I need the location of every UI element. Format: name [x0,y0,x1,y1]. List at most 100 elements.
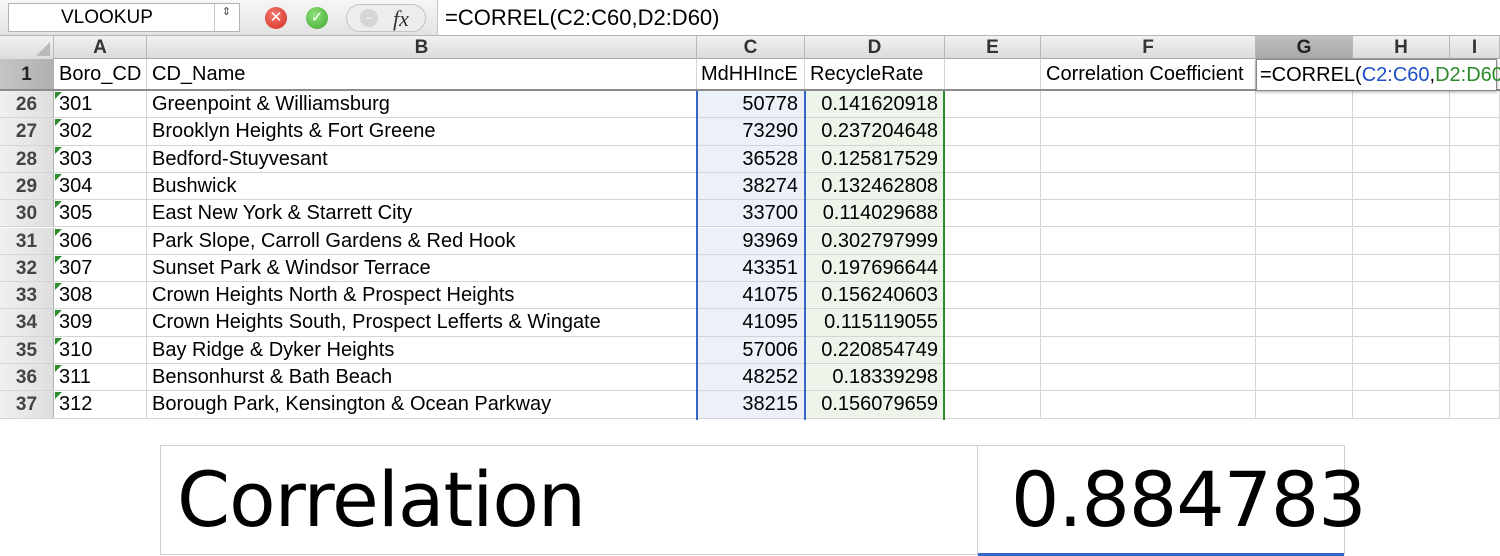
cell-recycle-rate[interactable]: 0.132462808 [805,172,945,200]
cell-boro-cd[interactable]: 303 [54,145,147,172]
cell-h[interactable] [1353,145,1450,172]
row-header[interactable]: 36 [0,364,54,391]
row-header[interactable]: 31 [0,227,54,254]
cell-f[interactable] [1041,309,1256,336]
cell-income[interactable]: 57006 [697,336,805,363]
select-all-corner[interactable] [0,36,54,59]
cell-cd-name[interactable]: Greenpoint & Williamsburg [147,91,697,118]
cell-boro-cd[interactable]: 306 [54,227,147,254]
cell-h[interactable] [1353,118,1450,145]
cell-recycle-rate[interactable]: 0.156079659 [805,391,945,418]
row-header[interactable]: 32 [0,254,54,282]
cell-i[interactable] [1450,145,1500,172]
cell-i[interactable] [1450,364,1500,391]
cell-g[interactable] [1256,118,1353,145]
cell-income[interactable]: 50778 [697,91,805,118]
cell-e[interactable] [945,91,1041,118]
cell-h[interactable] [1353,336,1450,363]
column-header-b[interactable]: B [147,36,697,59]
cell-i[interactable] [1450,200,1500,227]
cell-recycle-rate[interactable]: 0.18339298 [805,364,945,391]
row-header[interactable]: 34 [0,309,54,336]
cell-e[interactable] [945,309,1041,336]
cell-f[interactable] [1041,145,1256,172]
cell-boro-cd[interactable]: 307 [54,254,147,282]
cell-cd-name[interactable]: Bushwick [147,172,697,200]
cell-cd-name[interactable]: Borough Park, Kensington & Ocean Parkway [147,391,697,418]
cell-i[interactable] [1450,391,1500,418]
cell-h[interactable] [1353,172,1450,200]
cell-g[interactable] [1256,227,1353,254]
cell-recycle-rate[interactable]: 0.302797999 [805,227,945,254]
column-header-h[interactable]: H [1353,36,1450,59]
column-header-e[interactable]: E [945,36,1041,59]
cell-f[interactable] [1041,364,1256,391]
cell-income[interactable]: 93969 [697,227,805,254]
cell-e[interactable] [945,391,1041,418]
formula-input[interactable]: =CORREL(C2:C60,D2:D60) [437,0,1500,35]
cell-income[interactable]: 38274 [697,172,805,200]
cell-income[interactable]: 36528 [697,145,805,172]
cell-cd-name[interactable]: Bay Ridge & Dyker Heights [147,336,697,363]
cell-e[interactable] [945,282,1041,309]
cell-cd-name[interactable]: Brooklyn Heights & Fort Greene [147,118,697,145]
cell-c1[interactable]: MdHHIncE [697,59,805,89]
cell-g[interactable] [1256,391,1353,418]
column-header-i[interactable]: I [1450,36,1500,59]
cell-h[interactable] [1353,254,1450,282]
cell-f[interactable] [1041,172,1256,200]
cell-i[interactable] [1450,172,1500,200]
cell-income[interactable]: 73290 [697,118,805,145]
cell-recycle-rate[interactable]: 0.156240603 [805,282,945,309]
row-header[interactable]: 1 [0,59,54,89]
cell-income[interactable]: 41075 [697,282,805,309]
cell-income[interactable]: 38215 [697,391,805,418]
cell-g[interactable] [1256,336,1353,363]
cell-f[interactable] [1041,91,1256,118]
cell-g[interactable] [1256,200,1353,227]
cell-i[interactable] [1450,309,1500,336]
cell-f1[interactable]: Correlation Coefficient [1041,59,1256,89]
cell-h[interactable] [1353,364,1450,391]
cell-i[interactable] [1450,227,1500,254]
cell-cd-name[interactable]: Bensonhurst & Bath Beach [147,364,697,391]
cell-g[interactable] [1256,309,1353,336]
row-header[interactable]: 29 [0,172,54,200]
cell-recycle-rate[interactable]: 0.141620918 [805,91,945,118]
cell-boro-cd[interactable]: 308 [54,282,147,309]
cell-i[interactable] [1450,282,1500,309]
cell-f[interactable] [1041,118,1256,145]
cell-recycle-rate[interactable]: 0.197696644 [805,254,945,282]
cell-g[interactable] [1256,172,1353,200]
row-header[interactable]: 27 [0,118,54,145]
cell-h[interactable] [1353,282,1450,309]
cell-cd-name[interactable]: East New York & Starrett City [147,200,697,227]
cell-recycle-rate[interactable]: 0.220854749 [805,336,945,363]
cell-cd-name[interactable]: Bedford-Stuyvesant [147,145,697,172]
cell-income[interactable]: 41095 [697,309,805,336]
cell-boro-cd[interactable]: 301 [54,91,147,118]
row-header[interactable]: 33 [0,282,54,309]
cell-boro-cd[interactable]: 311 [54,364,147,391]
fx-icon[interactable]: fx [393,6,409,32]
cell-i[interactable] [1450,91,1500,118]
cell-h[interactable] [1353,309,1450,336]
cell-e1[interactable] [945,59,1041,89]
cell-f[interactable] [1041,227,1256,254]
cell-e[interactable] [945,118,1041,145]
cell-e[interactable] [945,364,1041,391]
cell-g[interactable] [1256,254,1353,282]
cell-d1[interactable]: RecycleRate [805,59,945,89]
cell-recycle-rate[interactable]: 0.115119055 [805,309,945,336]
cell-i[interactable] [1450,336,1500,363]
cell-e[interactable] [945,336,1041,363]
cell-cd-name[interactable]: Crown Heights North & Prospect Heights [147,282,697,309]
insert-function-button[interactable]: − fx [346,4,426,32]
cell-f[interactable] [1041,282,1256,309]
cell-boro-cd[interactable]: 312 [54,391,147,418]
cell-e[interactable] [945,254,1041,282]
cell-h[interactable] [1353,91,1450,118]
cell-h[interactable] [1353,227,1450,254]
name-box-dropdown-icon[interactable]: ⇕ [214,4,238,31]
cell-boro-cd[interactable]: 304 [54,172,147,200]
